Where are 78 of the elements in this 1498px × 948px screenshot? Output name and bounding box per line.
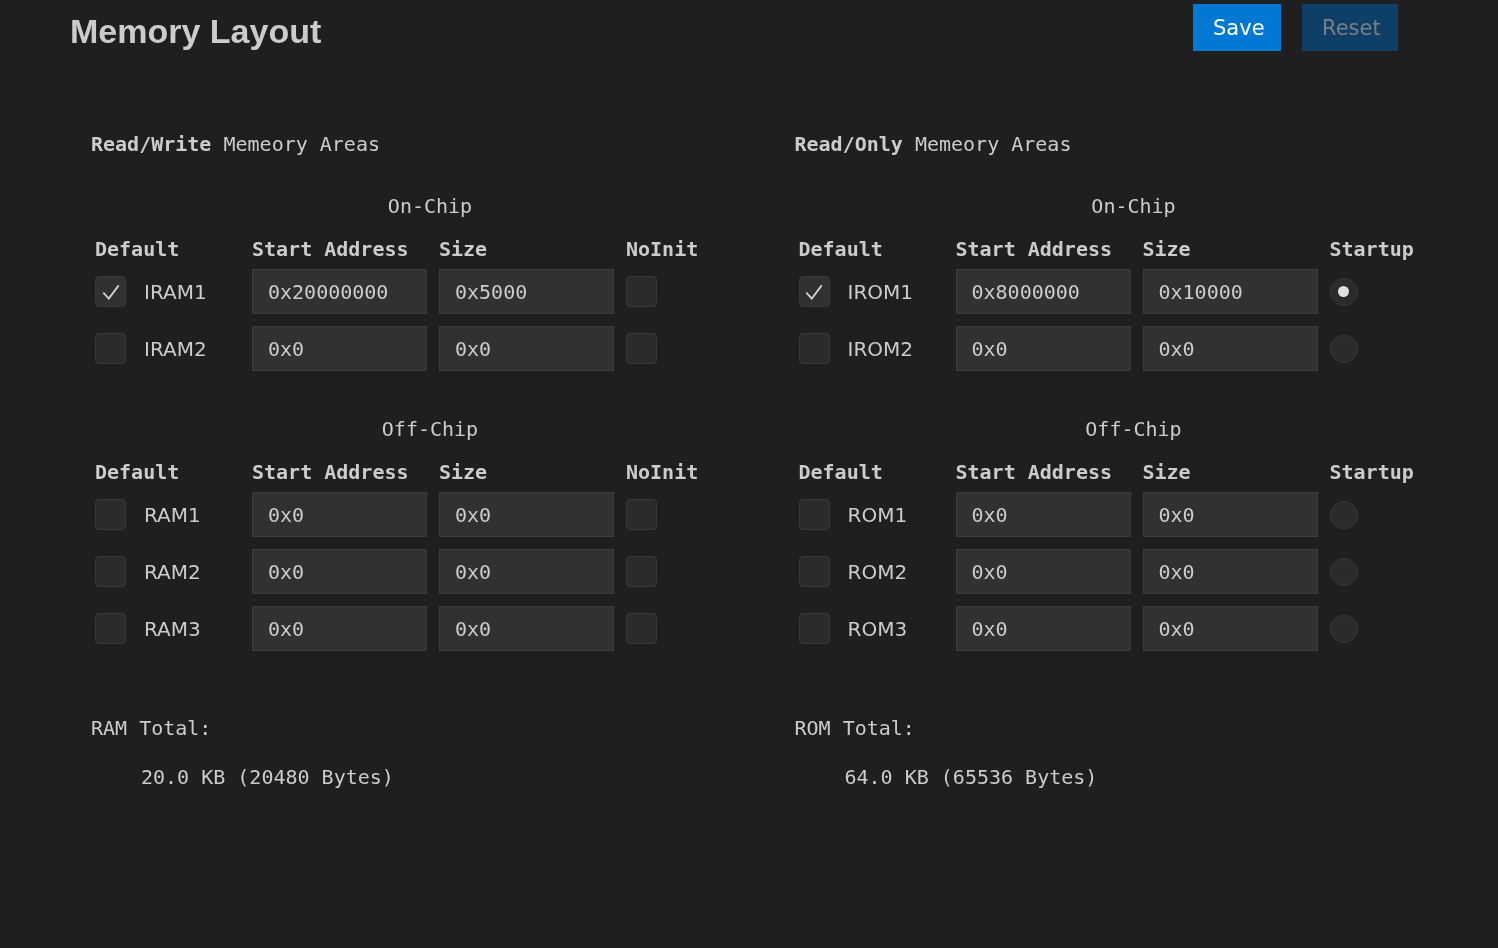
total-value: 64.0 KB (65536 Bytes) <box>843 764 1099 790</box>
startup-radio[interactable] <box>1329 557 1358 586</box>
section-heading: Read/Only Memeory Areas <box>794 131 1073 157</box>
noinit-checkbox[interactable] <box>626 556 657 587</box>
column-header: Size <box>439 460 489 484</box>
size-field[interactable]: 0x0 <box>1142 606 1318 651</box>
column-header: Start Address <box>252 237 410 261</box>
noinit-checkbox[interactable] <box>626 499 657 530</box>
region-label: ROM1 <box>847 502 908 527</box>
column-header: Start Address <box>955 460 1114 484</box>
default-checkbox[interactable] <box>95 556 126 587</box>
size-field[interactable]: 0x0 <box>439 549 614 594</box>
start-address-field[interactable]: 0x0 <box>252 606 427 651</box>
column-header: Startup <box>1329 237 1415 261</box>
subsection-title: Off-Chip <box>380 416 480 442</box>
column-header: Default <box>95 237 181 261</box>
size-field[interactable]: 0x5000 <box>439 269 614 314</box>
total-label: ROM Total: <box>794 715 916 741</box>
startup-radio[interactable] <box>1329 334 1358 363</box>
size-field[interactable]: 0x0 <box>439 492 614 537</box>
start-address-field[interactable]: 0x0 <box>252 492 427 537</box>
column-header: Size <box>1142 460 1192 484</box>
column-header: Size <box>1142 237 1192 261</box>
startup-radio[interactable] <box>1329 500 1358 529</box>
startup-radio[interactable] <box>1329 277 1358 306</box>
subsection-title: Off-Chip <box>1084 416 1183 442</box>
region-label: IRAM2 <box>144 336 207 361</box>
region-label: IRAM1 <box>144 279 207 304</box>
column-header: Startup <box>1329 460 1415 484</box>
column-header: Default <box>95 460 181 484</box>
subsection-title: On-Chip <box>386 193 474 219</box>
noinit-checkbox[interactable] <box>626 276 657 307</box>
start-address-field[interactable]: 0x20000000 <box>252 269 427 314</box>
default-checkbox[interactable] <box>798 613 830 644</box>
column-header: Start Address <box>252 460 410 484</box>
size-field[interactable]: 0x0 <box>439 606 614 651</box>
default-checkbox[interactable] <box>95 613 126 644</box>
size-field[interactable]: 0x10000 <box>1142 269 1318 314</box>
total-label: RAM Total: <box>91 715 213 741</box>
page-title: Memory Layout <box>70 12 322 51</box>
start-address-field[interactable]: 0x0 <box>955 549 1131 594</box>
default-checkbox[interactable] <box>95 499 126 530</box>
size-field[interactable]: 0x0 <box>1142 549 1318 594</box>
default-checkbox[interactable] <box>798 499 830 530</box>
startup-radio[interactable] <box>1329 614 1358 643</box>
start-address-field[interactable]: 0x0 <box>955 492 1131 537</box>
start-address-field[interactable]: 0x0 <box>252 549 427 594</box>
region-label: RAM3 <box>144 616 201 641</box>
column-header: Default <box>798 460 884 484</box>
default-checkbox[interactable] <box>798 276 830 307</box>
region-label: IROM1 <box>847 279 914 304</box>
size-field[interactable]: 0x0 <box>1142 492 1318 537</box>
start-address-field[interactable]: 0x0 <box>955 326 1131 371</box>
size-field[interactable]: 0x0 <box>1142 326 1318 371</box>
region-label: IROM2 <box>847 336 914 361</box>
save-button[interactable]: Save <box>1193 4 1281 51</box>
total-value: 20.0 KB (20480 Bytes) <box>140 764 395 790</box>
region-label: RAM1 <box>144 502 201 527</box>
noinit-checkbox[interactable] <box>626 613 657 644</box>
default-checkbox[interactable] <box>798 556 830 587</box>
section-heading: Read/Write Memeory Areas <box>91 131 381 157</box>
region-label: ROM3 <box>847 616 908 641</box>
column-header: Start Address <box>955 237 1114 261</box>
region-label: ROM2 <box>847 559 908 584</box>
column-header: NoInit <box>626 237 700 261</box>
column-header: Size <box>439 237 489 261</box>
default-checkbox[interactable] <box>798 333 830 364</box>
start-address-field[interactable]: 0x0 <box>252 326 427 371</box>
start-address-field[interactable]: 0x8000000 <box>955 269 1131 314</box>
region-label: RAM2 <box>144 559 201 584</box>
default-checkbox[interactable] <box>95 333 126 364</box>
column-header: NoInit <box>626 460 700 484</box>
noinit-checkbox[interactable] <box>626 333 657 364</box>
column-header: Default <box>798 237 884 261</box>
size-field[interactable]: 0x0 <box>439 326 614 371</box>
default-checkbox[interactable] <box>95 276 126 307</box>
subsection-title: On-Chip <box>1090 193 1177 219</box>
start-address-field[interactable]: 0x0 <box>955 606 1131 651</box>
